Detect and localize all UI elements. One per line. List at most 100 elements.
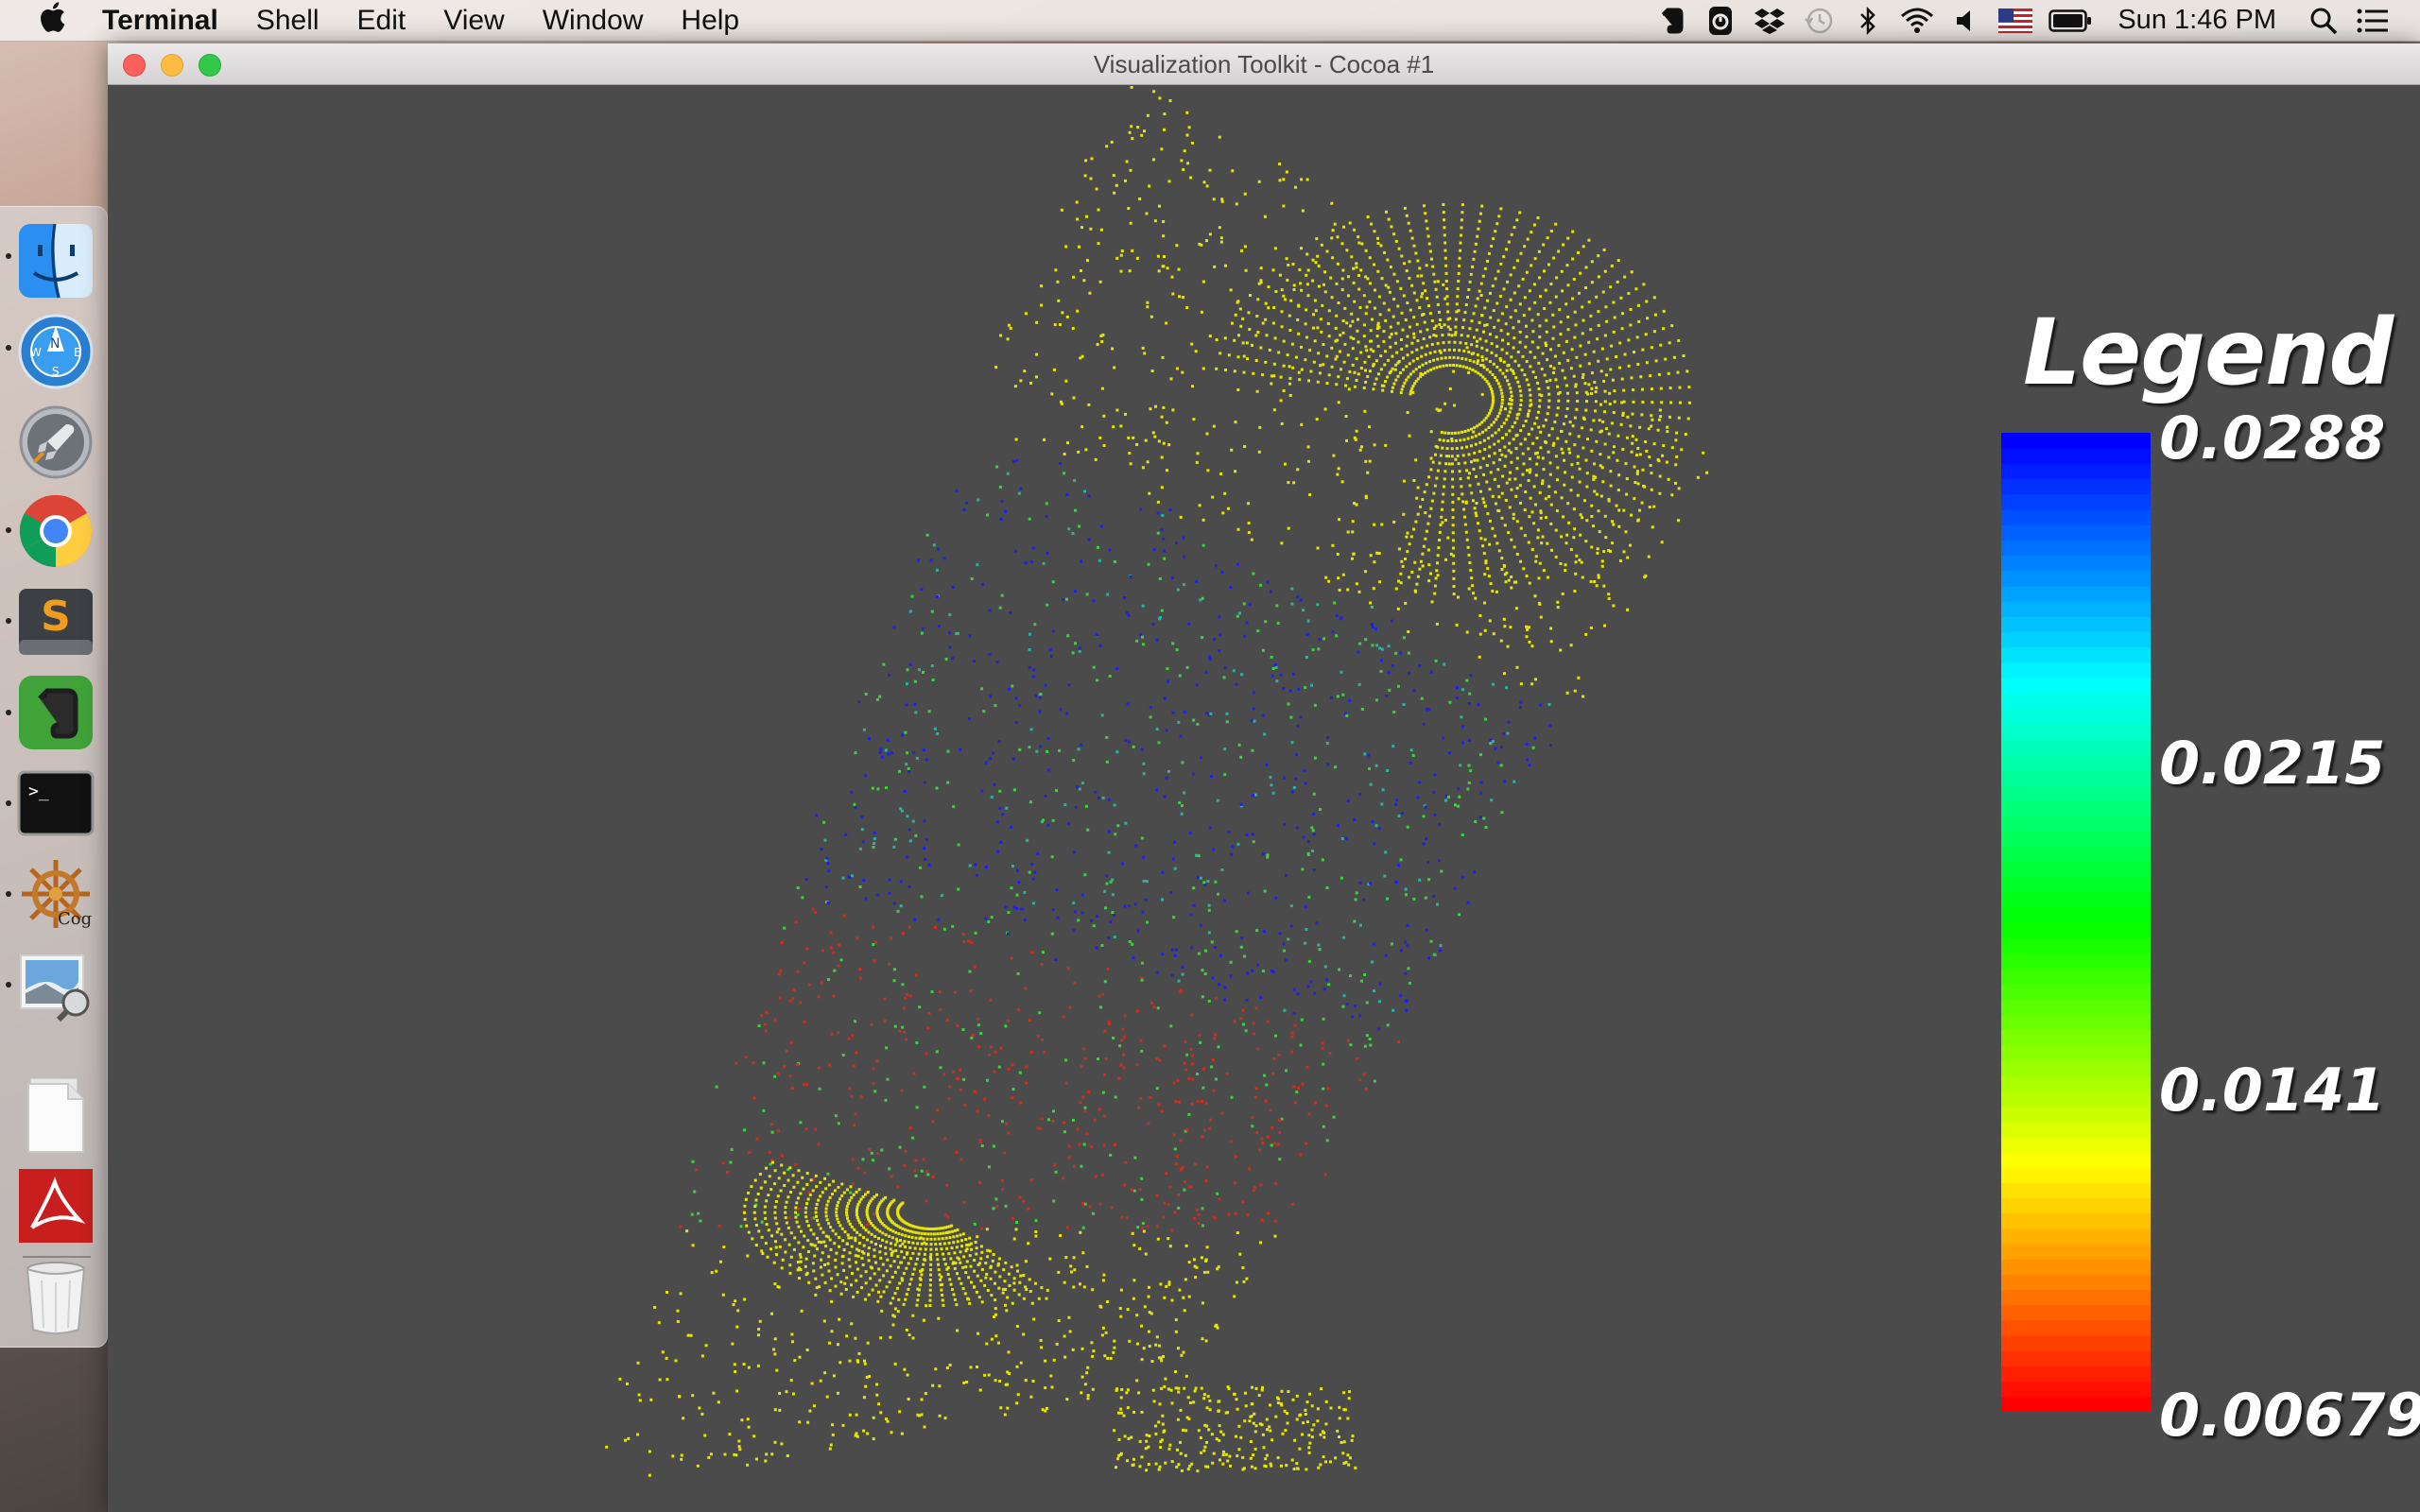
cloud-point	[1491, 404, 1495, 407]
window-titlebar[interactable]: Visualization Toolkit - Cocoa #1	[108, 43, 2420, 85]
bluetooth-icon[interactable]	[1843, 0, 1893, 42]
cloud-point	[1355, 357, 1358, 361]
chrome-icon[interactable]	[17, 492, 95, 570]
evernote-icon[interactable]	[1647, 0, 1696, 42]
cloud-point	[1582, 245, 1585, 249]
cloud-point	[1233, 1020, 1236, 1023]
cloud-point	[1240, 673, 1244, 677]
cloud-point	[1625, 492, 1629, 496]
cloud-point	[896, 1185, 900, 1189]
cloud-point	[1492, 237, 1495, 241]
time-machine-icon[interactable]	[1794, 0, 1843, 42]
cloud-point	[1373, 263, 1375, 266]
cloud-point	[1556, 406, 1560, 410]
cloud-point	[968, 970, 972, 973]
menu-edit[interactable]: Edit	[338, 0, 425, 42]
cloud-point	[671, 1454, 675, 1458]
cloud-point	[1204, 949, 1207, 953]
us-flag-icon[interactable]	[1991, 0, 2040, 42]
cloud-point	[1431, 265, 1435, 268]
evernote-icon[interactable]	[17, 674, 95, 751]
timer-icon[interactable]	[1696, 0, 1745, 42]
cloud-point	[1300, 178, 1304, 181]
cloud-point	[1590, 515, 1594, 518]
menu-window[interactable]: Window	[524, 0, 663, 42]
acrobat-icon[interactable]	[17, 1167, 95, 1245]
cloud-point	[1512, 517, 1515, 521]
cloud-point	[1197, 854, 1201, 858]
cloud-point	[1458, 795, 1461, 799]
trash-icon[interactable]	[17, 1258, 95, 1335]
cloud-point	[1228, 1454, 1232, 1458]
spotlight-search-icon[interactable]	[2299, 0, 2348, 42]
cloud-point	[908, 885, 911, 888]
cloud-point	[1601, 290, 1605, 294]
cloud-point	[906, 1373, 909, 1377]
cloud-point	[1658, 491, 1662, 495]
launchpad-icon[interactable]	[17, 404, 95, 481]
cloud-point	[1072, 1118, 1075, 1122]
document-stack-icon[interactable]	[17, 1076, 95, 1154]
cloud-point	[1132, 1244, 1136, 1247]
menu-shell[interactable]: Shell	[237, 0, 338, 42]
cloud-point	[771, 1160, 774, 1164]
cloud-point	[1486, 512, 1490, 516]
cloud-point	[819, 1194, 822, 1198]
cloud-point	[1443, 349, 1446, 352]
apple-logo-icon[interactable]	[26, 1, 78, 41]
cloud-point	[1101, 333, 1105, 336]
cloud-point	[1280, 325, 1284, 329]
cloud-point	[1581, 305, 1584, 309]
cloud-point	[1508, 410, 1512, 414]
cloud-point	[994, 1334, 998, 1338]
cloud-point	[1649, 374, 1652, 378]
cloud-point	[968, 1254, 972, 1258]
cloud-point	[1405, 269, 1409, 273]
render-viewport[interactable]: Legend 0.0288 0.0215 0.0141 0.00679	[108, 86, 2420, 1512]
cloud-point	[1261, 1142, 1265, 1144]
cog-icon[interactable]: Cog	[17, 855, 95, 933]
menubar-clock[interactable]: Sun 1:46 PM	[2100, 5, 2299, 36]
legend-color-band	[2001, 769, 2151, 785]
menu-app-name[interactable]: Terminal	[78, 0, 237, 42]
cloud-point	[979, 1257, 983, 1261]
cloud-point	[1353, 370, 1357, 374]
cloud-point	[1310, 826, 1314, 830]
menu-view[interactable]: View	[424, 0, 523, 42]
cloud-point	[1123, 1435, 1127, 1438]
volume-icon[interactable]	[1942, 0, 1991, 42]
wifi-icon[interactable]	[1893, 0, 1942, 42]
cloud-point	[1194, 1386, 1198, 1390]
notification-center-icon[interactable]	[2348, 0, 2397, 42]
dropbox-icon[interactable]	[1745, 0, 1794, 42]
finder-icon[interactable]	[17, 222, 95, 300]
cloud-point	[975, 1252, 978, 1256]
cloud-point	[1451, 539, 1455, 542]
cloud-point	[826, 901, 830, 904]
network-radar-icon[interactable]: NWES	[17, 313, 95, 390]
preview-icon[interactable]	[17, 946, 95, 1023]
cloud-point	[1435, 622, 1439, 626]
battery-icon[interactable]	[2040, 0, 2100, 42]
cloud-point	[845, 1213, 849, 1217]
cloud-point	[1165, 1284, 1168, 1288]
cloud-point	[1112, 425, 1115, 429]
cloud-point	[1427, 579, 1431, 583]
cloud-point	[1140, 961, 1144, 965]
cloud-point	[1184, 1429, 1188, 1433]
cloud-point	[1369, 282, 1372, 285]
cloud-point	[799, 1260, 803, 1263]
menu-help[interactable]: Help	[662, 0, 758, 42]
terminal-icon[interactable]: >_	[17, 765, 95, 842]
cloud-point	[1357, 682, 1361, 686]
cloud-point	[738, 1448, 742, 1452]
cloud-point	[869, 1277, 873, 1280]
cloud-point	[1418, 663, 1422, 667]
cloud-point	[862, 1226, 866, 1229]
cloud-point	[1514, 607, 1518, 610]
cloud-point	[1389, 345, 1392, 349]
cloud-point	[814, 1293, 818, 1297]
sublime-text-icon[interactable]: S	[17, 583, 95, 661]
cloud-point	[1518, 340, 1522, 344]
cloud-point	[1283, 822, 1286, 826]
